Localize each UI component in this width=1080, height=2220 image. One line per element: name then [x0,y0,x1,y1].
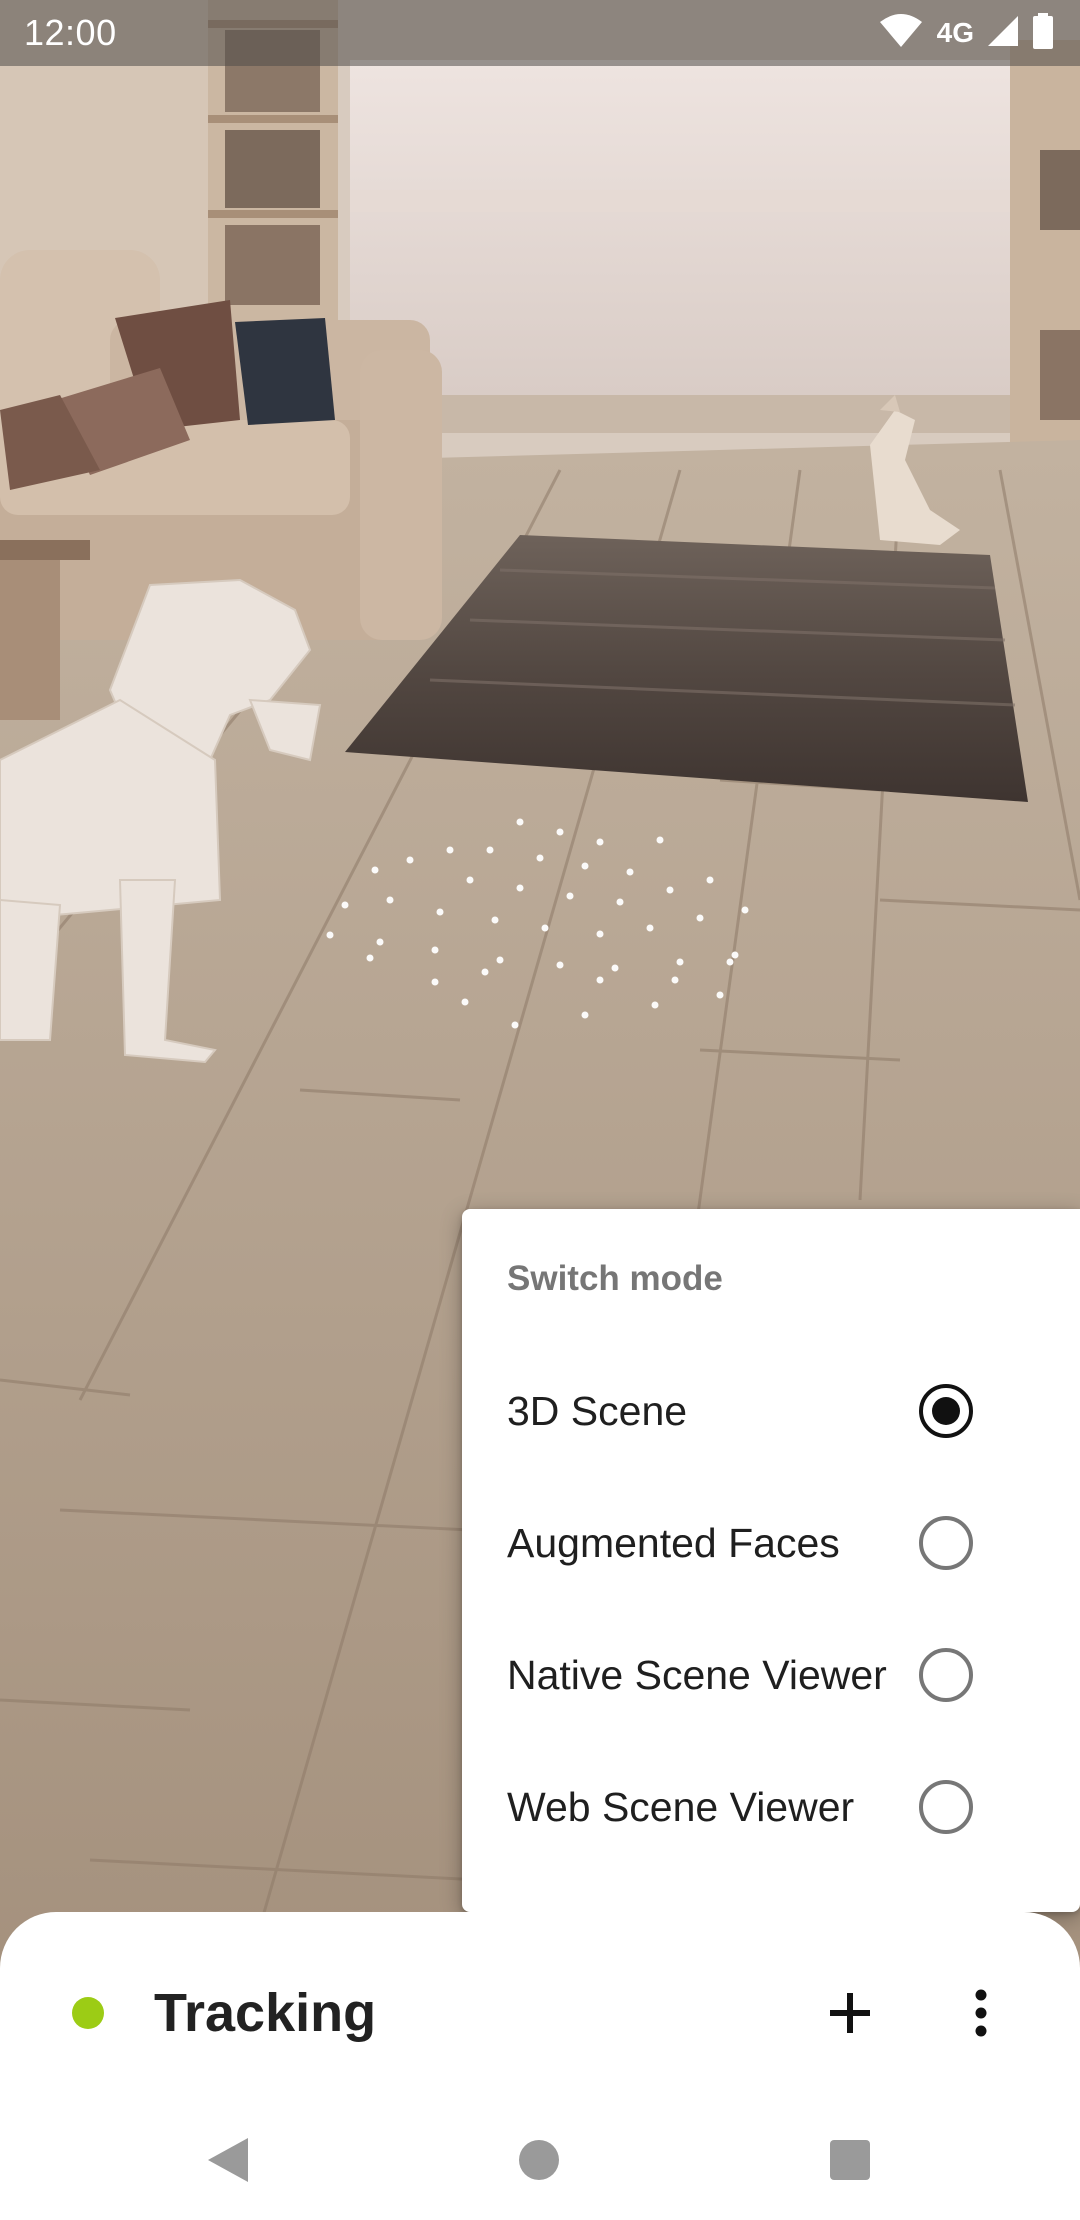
wifi-icon [879,13,923,53]
nav-back-button[interactable] [188,2120,268,2200]
more-vert-icon [975,1989,987,2037]
status-bar: 12:00 4G [0,0,1080,66]
nav-home-button[interactable] [499,2120,579,2200]
tracking-status-label: Tracking [154,1983,377,2043]
mode-option-label: Native Scene Viewer [507,1651,887,1698]
mode-options: 3D Scene Augmented Faces Native Scene Vi… [462,1345,1080,1873]
status-icons: 4G [879,12,1054,54]
signal-icon [986,14,1020,53]
nav-recents-button[interactable] [810,2120,890,2200]
mode-option-label: Augmented Faces [507,1519,840,1566]
switch-mode-menu: Switch mode 3D Scene Augmented Faces Nat… [462,1209,1080,1912]
home-icon [519,2140,559,2180]
battery-icon [1032,12,1054,54]
more-options-button[interactable] [943,1975,1019,2051]
radio-unchecked-icon[interactable] [919,1648,973,1702]
radio-unchecked-icon[interactable] [919,1516,973,1570]
navigation-bar [0,2100,1080,2220]
recents-icon [830,2140,870,2180]
radio-dot [932,1397,960,1425]
radio-unchecked-icon[interactable] [919,1780,973,1834]
menu-title: Switch mode [507,1259,723,1298]
back-icon [208,2138,248,2182]
add-model-button[interactable] [812,1975,888,2051]
mode-option-label: Web Scene Viewer [507,1783,855,1830]
mode-option-label: 3D Scene [507,1387,688,1434]
mode-option-native-scene-viewer[interactable]: Native Scene Viewer [462,1609,1080,1741]
mode-option-web-scene-viewer[interactable]: Web Scene Viewer [462,1741,1080,1873]
radio-checked-icon[interactable] [919,1384,973,1438]
plus-icon [830,1993,870,2033]
mode-option-3d-scene[interactable]: 3D Scene [462,1345,1080,1477]
tracking-row: Tracking [0,1958,1080,2068]
status-time: 12:00 [24,12,117,53]
tracking-status-dot-icon [72,1997,104,2029]
network-type: 4G [936,17,974,48]
mode-option-augmented-faces[interactable]: Augmented Faces [462,1477,1080,1609]
